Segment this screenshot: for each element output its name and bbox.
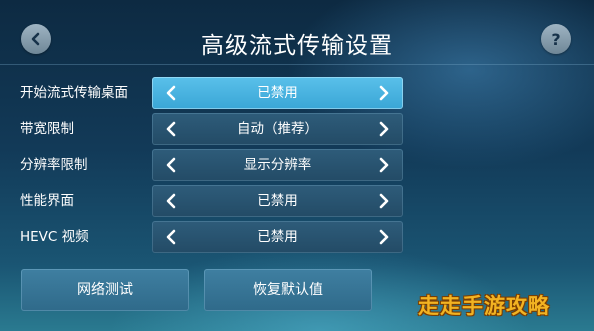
help-icon: ? [551, 29, 561, 49]
chevron-right-icon [379, 157, 389, 173]
page-title: 高级流式传输设置 [201, 33, 393, 59]
watermark-text: 走走手游攻略 [418, 294, 550, 318]
setting-selector[interactable]: 自动（推荐） [152, 113, 403, 145]
setting-value: 已禁用 [257, 229, 298, 245]
chevron-right-icon [379, 193, 389, 209]
chevron-right-icon [379, 121, 389, 137]
setting-label: 开始流式传输桌面 [20, 85, 128, 101]
setting-row-bandwidth: 带宽限制 自动（推荐） [0, 113, 594, 145]
chevron-left-icon [166, 121, 176, 137]
network-test-button[interactable]: 网络测试 [21, 269, 189, 311]
prev-option-button[interactable] [156, 185, 186, 217]
chevron-right-icon [379, 85, 389, 101]
chevron-left-icon [166, 229, 176, 245]
setting-label: 性能界面 [20, 193, 74, 209]
setting-row-stream-desktop: 开始流式传输桌面 已禁用 [0, 77, 594, 109]
chevron-left-icon [166, 85, 176, 101]
next-option-button[interactable] [369, 149, 399, 181]
chevron-right-icon [379, 229, 389, 245]
setting-value: 自动（推荐） [237, 121, 318, 137]
chevron-left-icon [166, 193, 176, 209]
prev-option-button[interactable] [156, 77, 186, 109]
help-button[interactable]: ? [541, 24, 571, 54]
setting-row-performance-overlay: 性能界面 已禁用 [0, 185, 594, 217]
setting-value: 显示分辨率 [243, 157, 312, 173]
header-divider [0, 64, 594, 65]
setting-selector[interactable]: 已禁用 [152, 185, 403, 217]
setting-row-hevc-video: HEVC 视频 已禁用 [0, 221, 594, 253]
restore-defaults-button[interactable]: 恢复默认值 [204, 269, 372, 311]
setting-label: HEVC 视频 [20, 229, 89, 245]
next-option-button[interactable] [369, 185, 399, 217]
prev-option-button[interactable] [156, 113, 186, 145]
next-option-button[interactable] [369, 113, 399, 145]
setting-label: 带宽限制 [20, 121, 74, 137]
prev-option-button[interactable] [156, 149, 186, 181]
setting-selector[interactable]: 已禁用 [152, 77, 403, 109]
chevron-left-icon [166, 157, 176, 173]
setting-row-resolution: 分辨率限制 显示分辨率 [0, 149, 594, 181]
setting-value: 已禁用 [257, 85, 298, 101]
setting-selector[interactable]: 显示分辨率 [152, 149, 403, 181]
prev-option-button[interactable] [156, 221, 186, 253]
setting-value: 已禁用 [257, 193, 298, 209]
setting-label: 分辨率限制 [20, 157, 88, 173]
next-option-button[interactable] [369, 77, 399, 109]
header-bar: 高级流式传输设置 ? [0, 0, 594, 64]
setting-selector[interactable]: 已禁用 [152, 221, 403, 253]
next-option-button[interactable] [369, 221, 399, 253]
